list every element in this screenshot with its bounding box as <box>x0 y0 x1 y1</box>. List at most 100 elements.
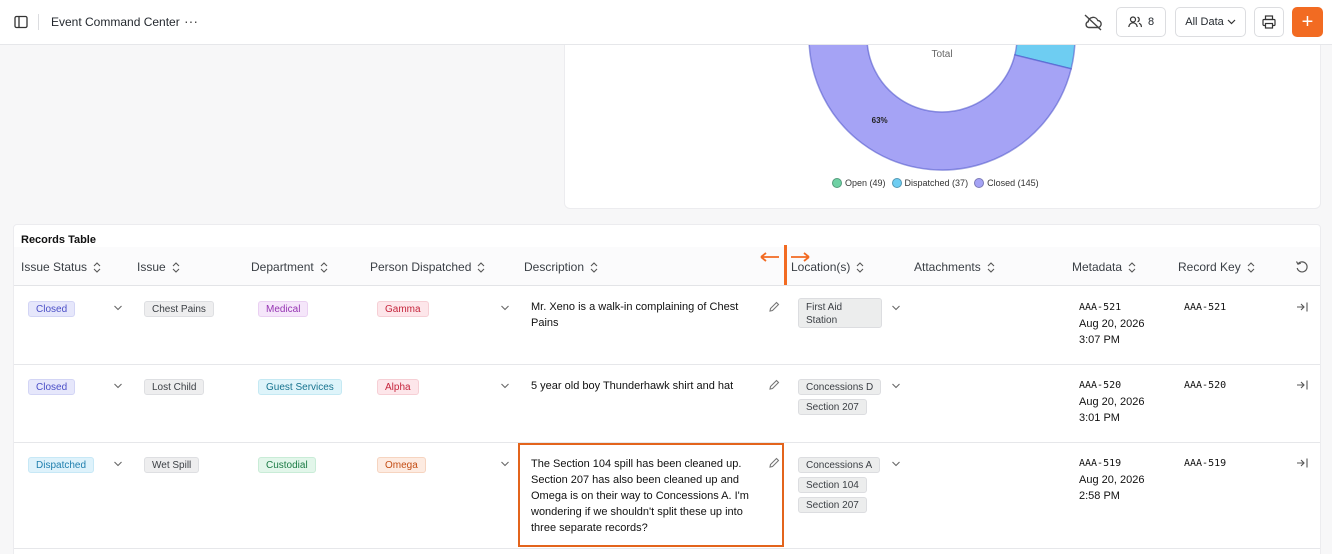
metadata-cell: AAA-520 Aug 20, 2026 3:01 PM <box>1079 378 1144 426</box>
metadata-cell: AAA-521 Aug 20, 2026 3:07 PM <box>1079 300 1144 348</box>
add-record-button[interactable]: + <box>1292 7 1323 37</box>
description-text[interactable]: Mr. Xeno is a walk-in complaining of Che… <box>531 299 756 331</box>
metadata-time: 2:58 PM <box>1079 490 1120 502</box>
chevron-down-icon <box>1227 19 1236 25</box>
chevron-down-icon[interactable] <box>891 382 901 390</box>
location-badge: Section 207 <box>798 497 867 513</box>
column-label: Metadata <box>1072 260 1123 274</box>
department-badge: Custodial <box>258 457 316 473</box>
column-header-attachments[interactable]: Attachments <box>914 260 995 274</box>
column-label: Record Key <box>1178 260 1241 274</box>
column-header-record-key[interactable]: Record Key <box>1178 260 1255 274</box>
metadata-cell: AAA-519 Aug 20, 2026 2:58 PM <box>1079 456 1144 504</box>
legend-dot-dispatched <box>891 178 902 188</box>
users-count: 8 <box>1147 16 1155 28</box>
table-row[interactable]: Closed Lost Child Guest Services Alpha 5… <box>14 365 1320 443</box>
pencil-edit-icon[interactable] <box>768 301 780 313</box>
table-row[interactable]: Closed Chest Pains Medical Gamma Mr. Xen… <box>14 287 1320 365</box>
open-record-icon[interactable] <box>1296 457 1308 469</box>
legend-item-open[interactable]: Open (49) <box>832 178 886 188</box>
sort-icon <box>1247 261 1255 273</box>
issue-status-badge[interactable]: Closed <box>28 301 76 317</box>
issue-status-badge[interactable]: Dispatched <box>28 457 95 473</box>
column-header-description[interactable]: Description <box>524 260 598 274</box>
table-row[interactable]: Dispatched Wet Spill Custodial Omega The… <box>14 443 1320 549</box>
legend-label-dispatched: Dispatched (37) <box>904 178 969 188</box>
metadata-key: AAA-520 <box>1079 380 1122 391</box>
metadata-date: Aug 20, 2026 <box>1079 474 1145 486</box>
column-label: Issue Status <box>21 260 88 274</box>
chart-legend: Open (49) Dispatched (37) Closed (145) <box>832 178 1039 188</box>
chevron-down-icon[interactable] <box>891 460 901 468</box>
location-badge: Section 207 <box>798 399 867 415</box>
issue-badge: Lost Child <box>144 379 205 395</box>
column-label: Attachments <box>914 260 981 274</box>
records-table: Records Table Issue Status Issue Departm… <box>13 224 1321 554</box>
issue-badge: Wet Spill <box>144 457 200 473</box>
sort-icon <box>1128 261 1136 273</box>
sidebar-toggle-icon[interactable] <box>11 12 31 32</box>
users-button[interactable]: 8 <box>1116 7 1166 37</box>
chevron-down-icon[interactable] <box>113 382 123 390</box>
column-header-department[interactable]: Department <box>251 260 328 274</box>
chevron-down-icon[interactable] <box>113 304 123 312</box>
cloud-sync-icon[interactable] <box>1082 11 1104 33</box>
issue-badge: Chest Pains <box>144 301 214 317</box>
column-header-issue[interactable]: Issue <box>137 260 180 274</box>
column-label: Person Dispatched <box>370 260 472 274</box>
sort-icon <box>478 261 485 273</box>
more-options-icon[interactable]: ··· <box>184 12 200 32</box>
chevron-down-icon[interactable] <box>500 382 510 390</box>
description-text[interactable]: The Section 104 spill has been cleaned u… <box>531 456 756 536</box>
metadata-key: AAA-521 <box>1079 302 1122 313</box>
page-title: Event Command Center <box>51 15 180 29</box>
column-header-person-dispatched[interactable]: Person Dispatched <box>370 260 485 274</box>
location-badge: Concessions A <box>798 457 881 473</box>
location-badge: Concessions D <box>798 379 882 395</box>
pencil-edit-icon[interactable] <box>768 379 780 391</box>
chevron-down-icon[interactable] <box>500 304 510 312</box>
open-record-icon[interactable] <box>1296 301 1308 313</box>
issue-status-badge[interactable]: Closed <box>28 379 76 395</box>
chevron-down-icon[interactable] <box>891 304 901 312</box>
description-text[interactable]: 5 year old boy Thunderhawk shirt and hat <box>531 378 756 394</box>
legend-item-closed[interactable]: Closed (145) <box>974 178 1039 188</box>
sort-icon <box>93 261 101 273</box>
legend-label-open: Open (49) <box>845 178 886 188</box>
top-bar: Event Command Center ··· 8 All Data + <box>0 0 1332 45</box>
metadata-key: AAA-519 <box>1079 458 1122 469</box>
printer-icon <box>1262 15 1276 29</box>
pencil-edit-icon[interactable] <box>768 457 780 469</box>
donut-center-label: Total <box>931 49 952 60</box>
person-dispatched-badge: Gamma <box>377 301 429 317</box>
sort-icon <box>856 261 864 273</box>
record-key: AAA-520 <box>1184 380 1227 391</box>
legend-dot-closed <box>974 178 985 188</box>
open-record-icon[interactable] <box>1296 379 1308 391</box>
table-header: Issue Status Issue Department Person Dis… <box>14 247 1320 286</box>
reset-columns-icon[interactable] <box>1295 260 1309 274</box>
records-table-title: Records Table <box>21 234 96 246</box>
slice-label-closed: 63% <box>872 116 888 125</box>
divider <box>38 14 39 30</box>
print-button[interactable] <box>1254 7 1284 37</box>
sort-icon <box>320 261 328 273</box>
data-filter-label: All Data <box>1185 16 1224 28</box>
location-badge: First Aid Station <box>798 298 882 328</box>
column-label: Issue <box>137 260 166 274</box>
department-badge: Medical <box>258 301 309 317</box>
resize-arrows-icon <box>760 252 810 262</box>
legend-label-closed: Closed (145) <box>987 178 1039 188</box>
legend-item-dispatched[interactable]: Dispatched (37) <box>891 178 969 188</box>
chevron-down-icon[interactable] <box>500 460 510 468</box>
metadata-date: Aug 20, 2026 <box>1079 318 1145 330</box>
users-icon <box>1128 16 1142 28</box>
data-filter-select[interactable]: All Data <box>1175 7 1246 37</box>
sort-icon <box>987 261 995 273</box>
sort-icon <box>172 261 180 273</box>
person-dispatched-badge: Omega <box>377 457 426 473</box>
column-header-metadata[interactable]: Metadata <box>1072 260 1136 274</box>
column-label: Description <box>524 260 585 274</box>
chevron-down-icon[interactable] <box>113 460 123 468</box>
column-header-issue-status[interactable]: Issue Status <box>21 260 101 274</box>
